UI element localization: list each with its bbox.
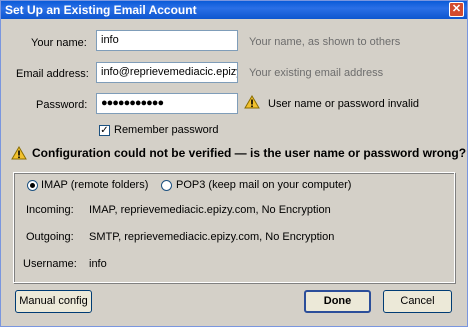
email-label: Email address: bbox=[16, 68, 89, 80]
username-label: Username: bbox=[23, 258, 77, 270]
remember-password-checkbox[interactable]: ✓ bbox=[99, 125, 110, 136]
name-hint: Your name, as shown to others bbox=[249, 36, 401, 48]
pop3-radio[interactable] bbox=[161, 180, 172, 191]
email-hint: Your existing email address bbox=[249, 67, 384, 79]
incoming-label: Incoming: bbox=[26, 204, 74, 216]
close-button[interactable]: ✕ bbox=[449, 2, 464, 17]
warning-icon bbox=[244, 95, 260, 109]
pop3-label: POP3 (keep mail on your computer) bbox=[176, 179, 352, 191]
username-value: info bbox=[89, 258, 107, 270]
incoming-value: IMAP, reprievemediacic.epizy.com, No Enc… bbox=[89, 204, 331, 216]
title-bar: Set Up an Existing Email Account ✕ bbox=[1, 1, 467, 19]
warning-icon bbox=[11, 146, 27, 160]
outgoing-value: SMTP, reprievemediacic.epizy.com, No Enc… bbox=[89, 231, 335, 243]
check-icon: ✓ bbox=[100, 125, 109, 136]
imap-label: IMAP (remote folders) bbox=[41, 179, 149, 191]
server-settings-group: IMAP (remote folders) POP3 (keep mail on… bbox=[13, 172, 455, 283]
manual-config-button[interactable]: Manual config bbox=[15, 290, 92, 313]
name-label: Your name: bbox=[31, 37, 87, 49]
password-field[interactable]: ●●●●●●●●●●● bbox=[96, 93, 238, 114]
dialog-window: Set Up an Existing Email Account ✕ Your … bbox=[0, 0, 468, 327]
done-button[interactable]: Done bbox=[304, 290, 371, 313]
window-title: Set Up an Existing Email Account bbox=[5, 3, 197, 17]
password-warning: User name or password invalid bbox=[268, 98, 420, 110]
cancel-button[interactable]: Cancel bbox=[383, 290, 452, 313]
name-field[interactable]: info bbox=[96, 30, 238, 51]
remember-password-label: Remember password bbox=[114, 124, 219, 136]
close-icon: ✕ bbox=[451, 3, 462, 15]
verification-banner: Configuration could not be verified — is… bbox=[32, 146, 467, 160]
imap-radio[interactable] bbox=[27, 180, 38, 191]
password-label: Password: bbox=[36, 99, 88, 111]
email-field[interactable]: info@reprievemediacic.epizy. bbox=[96, 62, 238, 83]
outgoing-label: Outgoing: bbox=[26, 231, 74, 243]
